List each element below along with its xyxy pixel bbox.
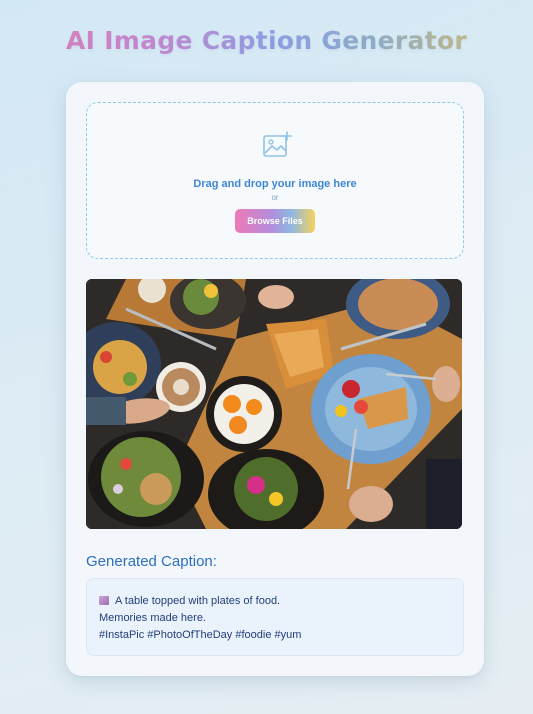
caption-hashtags: #InstaPic #PhotoOfTheDay #foodie #yum — [99, 629, 302, 641]
browse-files-button[interactable]: Browse Files — [235, 209, 315, 233]
upload-prompt: Drag and drop your image here — [193, 178, 357, 190]
upload-or-text: or — [271, 193, 279, 202]
food-photo — [86, 279, 462, 529]
caption-line: A table topped with plates of food. — [99, 593, 301, 610]
page-title: AI Image Caption Generator — [0, 26, 533, 55]
main-card: Drag and drop your image here or Browse … — [66, 82, 484, 676]
upload-dropzone[interactable]: Drag and drop your image here or Browse … — [86, 102, 464, 259]
framed-picture-emoji-icon — [99, 596, 109, 605]
caption-box: A table topped with plates of food. Memo… — [86, 578, 464, 656]
caption-text: A table topped with plates of food. — [115, 595, 281, 607]
caption-heading: Generated Caption: — [86, 553, 217, 570]
caption-line: Memories made here. — [99, 612, 206, 624]
add-image-icon — [263, 131, 292, 157]
image-preview — [86, 279, 462, 529]
